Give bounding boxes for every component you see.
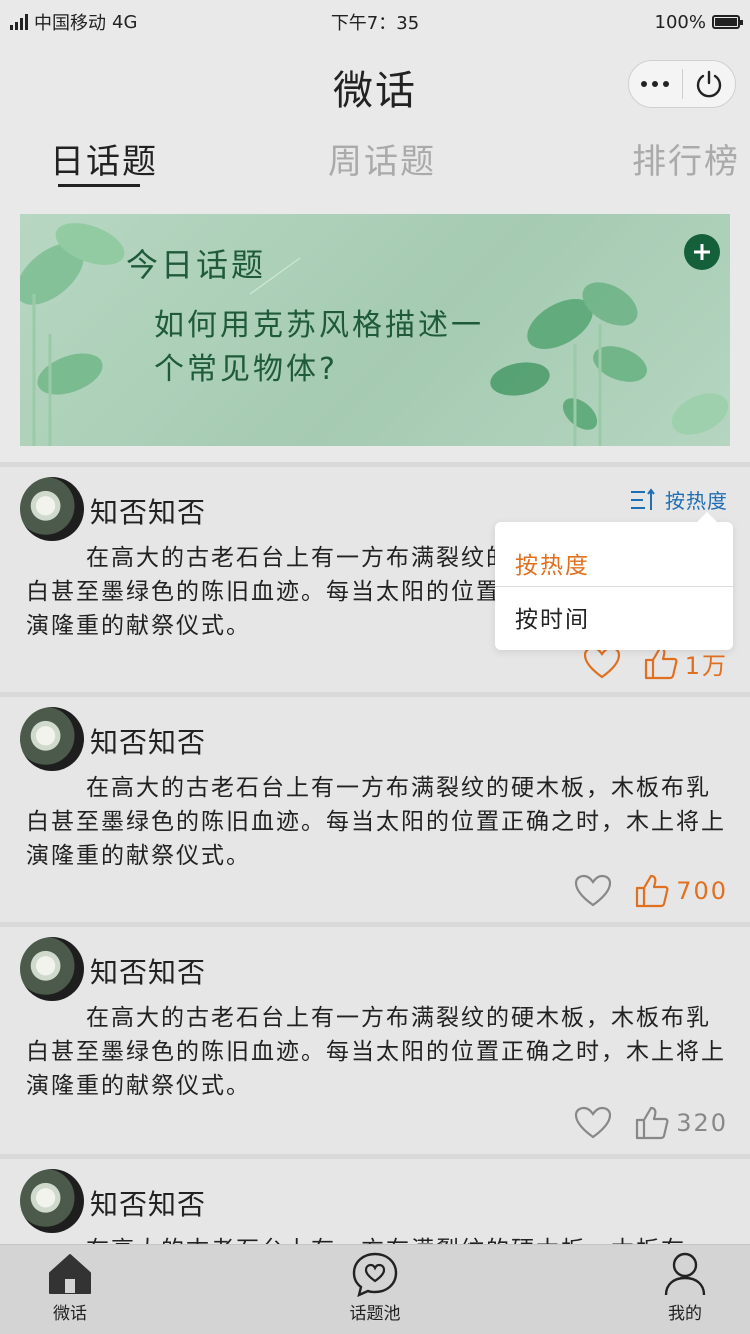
post-content: 在高大的古老石台上有一方布满裂纹的硬木板，木板布乳白甚至墨绿色的陈旧血迹。每当太… xyxy=(26,1005,726,1099)
battery-percent: 100% xyxy=(654,11,706,33)
status-right: 100% xyxy=(654,11,743,33)
thumbs-up-icon xyxy=(644,646,678,680)
more-icon[interactable] xyxy=(629,81,682,87)
tabbar-label: 我的 xyxy=(668,1304,702,1324)
author-name: 知否知否 xyxy=(90,1188,207,1221)
sort-label: 按热度 xyxy=(665,489,728,513)
avatar[interactable] xyxy=(20,707,84,771)
network-label: 4G xyxy=(112,11,138,33)
carrier-label: 中国移动 xyxy=(34,13,106,34)
avatar[interactable] xyxy=(20,937,84,1001)
thumbs-up-icon xyxy=(636,874,669,908)
status-bar: 中国移动 4G 下午7：35 100% xyxy=(0,0,750,44)
heart-icon[interactable] xyxy=(574,1106,612,1140)
post-card[interactable]: 知否知否 在高大的古老石台上有一方布满裂纹的硬木板，木板布 xyxy=(0,1154,750,1263)
sort-button[interactable]: 按热度 xyxy=(629,485,728,514)
tab-daily[interactable]: 日话题 xyxy=(50,134,158,183)
post-actions: 320 xyxy=(574,1105,728,1141)
sort-icon xyxy=(631,487,655,510)
post-content: 在高大的古老石台上有一方布满裂纹的硬木板，木板布乳白甚至墨绿色的陈旧血迹。每当太… xyxy=(26,775,726,869)
like-button[interactable]: 320 xyxy=(634,1105,728,1141)
sort-dropdown: 按热度 按时间 xyxy=(495,512,733,650)
tab-active-indicator xyxy=(58,184,140,187)
post-actions: 1万 xyxy=(583,645,728,681)
topic-banner[interactable]: 今日话题 如何用克苏风格描述一个常见物体? xyxy=(20,214,730,446)
post-actions: 700 xyxy=(574,873,728,909)
author-name: 知否知否 xyxy=(90,496,207,529)
like-count: 320 xyxy=(676,1109,728,1137)
bottom-tabbar: 微话 话题池 我的 xyxy=(0,1244,750,1334)
like-button[interactable]: 700 xyxy=(634,873,728,909)
capsule-menu xyxy=(628,60,736,108)
tabbar-item-home[interactable]: 微话 xyxy=(10,1251,130,1324)
sort-option-hot[interactable]: 按热度 xyxy=(515,546,590,580)
chat-heart-icon xyxy=(352,1252,398,1297)
dropdown-divider xyxy=(495,586,733,587)
banner-label: 今日话题 xyxy=(126,246,267,284)
user-icon xyxy=(664,1252,706,1296)
author-name: 知否知否 xyxy=(90,726,207,759)
heart-icon[interactable] xyxy=(574,874,612,908)
post-card[interactable]: 知否知否 在高大的古老石台上有一方布满裂纹的硬木板，木板布乳白甚至墨绿色的陈旧血… xyxy=(0,922,750,1154)
like-button[interactable]: 1万 xyxy=(643,645,728,681)
like-count: 700 xyxy=(676,877,728,905)
post-card[interactable]: 知否知否 在高大的古老石台上有一方布满裂纹的硬木板，木板布乳白甚至墨绿色的陈旧血… xyxy=(0,692,750,922)
avatar[interactable] xyxy=(20,477,84,541)
status-left: 中国移动 4G xyxy=(10,9,137,35)
signal-icon xyxy=(10,14,28,30)
avatar[interactable] xyxy=(20,1169,84,1233)
add-topic-icon[interactable] xyxy=(684,234,720,270)
tabbar-item-me[interactable]: 我的 xyxy=(625,1251,745,1324)
topic-tabs: 日话题 周话题 排行榜 xyxy=(0,130,750,190)
thumbs-up-icon xyxy=(636,1106,669,1140)
nav-header: 微话 xyxy=(0,44,750,128)
banner-topic: 如何用克苏风格描述一个常见物体? xyxy=(154,308,484,387)
tabbar-item-topic-pool[interactable]: 话题池 xyxy=(315,1251,435,1324)
sort-option-time[interactable]: 按时间 xyxy=(515,600,590,634)
battery-icon xyxy=(712,15,743,29)
tab-weekly[interactable]: 周话题 xyxy=(328,134,436,183)
tabbar-label: 话题池 xyxy=(349,1304,401,1324)
power-icon[interactable] xyxy=(683,68,736,100)
tab-ranking[interactable]: 排行榜 xyxy=(632,134,740,183)
author-name: 知否知否 xyxy=(90,956,207,989)
like-count: 1万 xyxy=(684,651,728,680)
home-icon xyxy=(49,1254,91,1294)
tabbar-label: 微话 xyxy=(53,1304,87,1324)
heart-icon[interactable] xyxy=(583,646,621,680)
